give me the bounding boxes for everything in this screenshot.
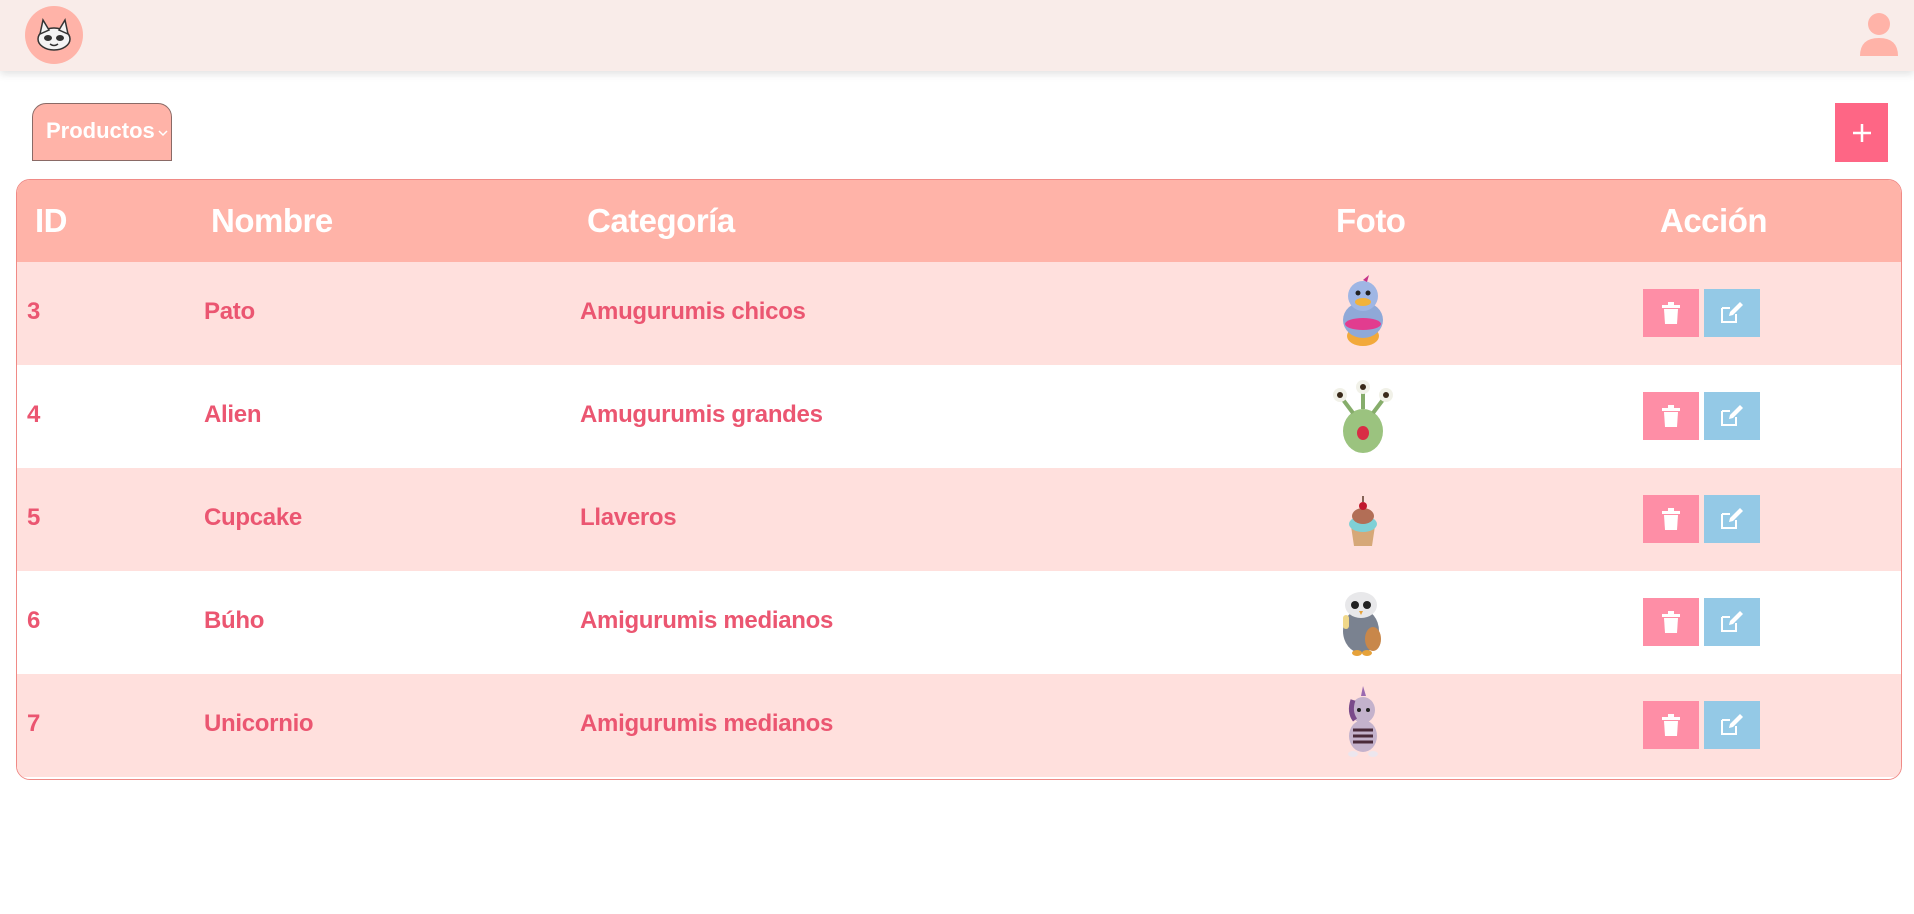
cell-categoria: Llaveros bbox=[580, 504, 677, 531]
column-header-id: ID bbox=[35, 202, 68, 239]
top-navbar bbox=[0, 0, 1914, 71]
table-row: 6 Búho Amigurumis medianos bbox=[17, 571, 1901, 674]
table-header: ID Nombre Categoría Foto Acción bbox=[17, 180, 1901, 262]
unicorn-plush-photo bbox=[1323, 684, 1403, 767]
table-row: 5 Cupcake Llaveros bbox=[17, 468, 1901, 571]
cat-logo-icon[interactable] bbox=[25, 6, 83, 64]
products-table: ID Nombre Categoría Foto Acción 3 Pato A… bbox=[16, 179, 1902, 780]
column-header-categoria: Categoría bbox=[587, 202, 735, 239]
cupcake-plush-photo bbox=[1323, 478, 1403, 561]
cell-nombre: Pato bbox=[204, 298, 255, 325]
cell-id: 4 bbox=[27, 401, 41, 428]
trash-icon bbox=[1662, 405, 1680, 427]
plus-icon bbox=[1852, 123, 1871, 142]
cell-nombre: Unicornio bbox=[204, 710, 314, 737]
edit-button[interactable] bbox=[1704, 289, 1760, 337]
cell-id: 7 bbox=[27, 710, 41, 737]
column-header-accion: Acción bbox=[1660, 202, 1768, 239]
cell-categoria: Amugurumis grandes bbox=[580, 401, 823, 428]
table-row: 4 Alien Amugurumis grandes bbox=[17, 365, 1901, 468]
delete-button[interactable] bbox=[1643, 701, 1699, 749]
cell-categoria: Amigurumis medianos bbox=[580, 710, 834, 737]
trash-icon bbox=[1662, 611, 1680, 633]
edit-icon bbox=[1721, 508, 1743, 529]
edit-button[interactable] bbox=[1704, 392, 1760, 440]
cell-nombre: Búho bbox=[204, 607, 265, 634]
edit-button[interactable] bbox=[1704, 598, 1760, 646]
edit-button[interactable] bbox=[1704, 701, 1760, 749]
add-product-button[interactable] bbox=[1835, 103, 1888, 162]
edit-icon bbox=[1721, 405, 1743, 426]
alien-plush-photo bbox=[1323, 375, 1403, 458]
owl-plush-photo bbox=[1323, 581, 1403, 664]
edit-button[interactable] bbox=[1704, 495, 1760, 543]
category-select-value: Productos bbox=[46, 118, 155, 143]
cell-categoria: Amugurumis chicos bbox=[580, 298, 806, 325]
duck-plush-photo bbox=[1323, 272, 1403, 355]
category-select[interactable]: Productos bbox=[32, 103, 172, 161]
edit-icon bbox=[1721, 302, 1743, 323]
cell-id: 6 bbox=[27, 607, 41, 634]
column-header-nombre: Nombre bbox=[211, 202, 333, 239]
table-row: 3 Pato Amugurumis chicos bbox=[17, 262, 1901, 365]
delete-button[interactable] bbox=[1643, 598, 1699, 646]
delete-button[interactable] bbox=[1643, 392, 1699, 440]
edit-icon bbox=[1721, 714, 1743, 735]
cell-nombre: Cupcake bbox=[204, 504, 302, 531]
cell-nombre: Alien bbox=[204, 401, 262, 428]
table-row: 7 Unicornio Amigurumis medianos bbox=[17, 674, 1901, 777]
cell-id: 5 bbox=[27, 504, 41, 531]
edit-icon bbox=[1721, 611, 1743, 632]
trash-icon bbox=[1662, 714, 1680, 736]
trash-icon bbox=[1662, 508, 1680, 530]
cell-categoria: Amigurumis medianos bbox=[580, 607, 834, 634]
delete-button[interactable] bbox=[1643, 495, 1699, 543]
column-header-foto: Foto bbox=[1336, 202, 1406, 239]
chevron-down-icon bbox=[157, 126, 169, 138]
user-icon[interactable] bbox=[1858, 12, 1900, 56]
trash-icon bbox=[1662, 302, 1680, 324]
cell-id: 3 bbox=[27, 298, 41, 325]
delete-button[interactable] bbox=[1643, 289, 1699, 337]
